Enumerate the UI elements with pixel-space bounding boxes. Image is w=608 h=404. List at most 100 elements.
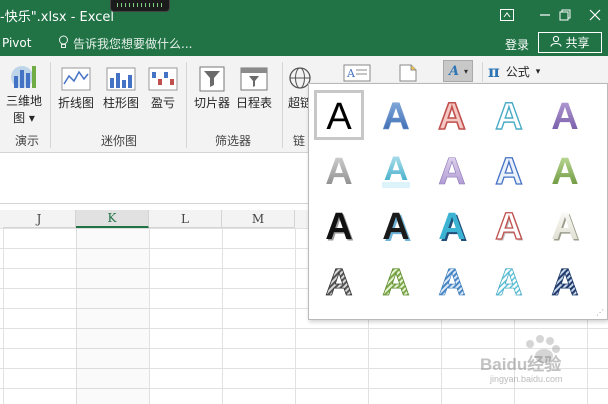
svg-text:A: A xyxy=(438,151,465,192)
sparkline-line-label: 折线图 xyxy=(58,96,95,110)
column-header-j[interactable]: J xyxy=(3,210,76,228)
ribbon-tab-row: Pivot 告诉我您想要做什么... 登录 共享 xyxy=(0,29,608,56)
group-separator xyxy=(282,62,283,148)
tell-me-placeholder: 告诉我您想要做什么... xyxy=(73,37,193,51)
wordart-style-cream-shadow[interactable]: AA xyxy=(540,200,590,250)
watermark-url: jingyan.baidu.com xyxy=(490,374,563,384)
timeline-button[interactable]: 日程表 xyxy=(236,64,272,111)
svg-text:A: A xyxy=(448,64,459,77)
wordart-style-blue-stripes[interactable]: A xyxy=(427,256,477,306)
svg-text:A: A xyxy=(495,206,522,247)
sparkline-column-button[interactable]: 柱形图 xyxy=(103,64,139,111)
svg-text:A: A xyxy=(551,206,578,247)
wordart-icon: A xyxy=(447,63,462,80)
wordart-style-cyan-outline[interactable]: A xyxy=(484,90,534,140)
window-title: -快乐".xlsx - Excel xyxy=(0,10,114,25)
selected-column-cells[interactable] xyxy=(76,228,149,404)
group-label-sparklines: 迷你图 xyxy=(101,134,138,148)
wordart-style-cyan-dark-shadow[interactable]: AA xyxy=(427,200,477,250)
wordart-style-plain-black[interactable]: A xyxy=(314,90,364,140)
svg-text:A: A xyxy=(438,262,465,303)
wordart-button[interactable]: A ▾ xyxy=(443,60,473,82)
baidu-watermark: Baidu经验 jingyan.baidu.com xyxy=(460,330,600,400)
share-button[interactable]: 共享 xyxy=(538,32,602,53)
wordart-style-cyan-reflection[interactable]: A xyxy=(371,145,421,195)
svg-text:A: A xyxy=(325,151,352,192)
wordart-style-red-outline-pink[interactable]: A xyxy=(427,90,477,140)
tell-me-search[interactable]: 告诉我您想要做什么... xyxy=(58,35,192,52)
svg-text:A: A xyxy=(438,96,465,137)
svg-text:A: A xyxy=(326,96,352,137)
slicer-button[interactable]: 切片器 xyxy=(194,64,230,111)
column-sparkline-icon xyxy=(106,64,136,94)
wordart-style-green-gradient[interactable]: A xyxy=(540,145,590,195)
timeline-label: 日程表 xyxy=(236,96,273,110)
ribbon-display-options-icon[interactable] xyxy=(490,0,524,29)
sparkline-line-button[interactable]: 折线图 xyxy=(58,64,94,111)
svg-text:A: A xyxy=(325,262,352,303)
wordart-gallery: A A A A A A A A A A AA AA AA AA AA A A A… xyxy=(308,83,608,320)
chevron-down-icon: ▾ xyxy=(463,66,468,76)
sparkline-column-label: 柱形图 xyxy=(103,96,140,110)
timeline-icon xyxy=(239,64,269,94)
watermark-text: Baidu经验 xyxy=(480,355,562,374)
sparkline-winloss-button[interactable]: 盈亏 xyxy=(148,64,178,111)
svg-text:A: A xyxy=(495,151,522,192)
wordart-style-red-outline-white[interactable]: AA xyxy=(484,200,534,250)
wordart-style-purple-gradient[interactable]: A xyxy=(540,90,590,140)
resize-grip-icon[interactable]: ⋰ xyxy=(596,308,604,317)
group-label-links: 链 xyxy=(293,134,306,148)
slicer-icon xyxy=(197,64,227,94)
wordart-style-black-shadow[interactable]: AA xyxy=(314,200,364,250)
map3d-label-2: 图 ▾ xyxy=(13,111,35,125)
line-sparkline-icon xyxy=(61,64,91,94)
formula-dropdown-icon: ▾ xyxy=(535,66,541,77)
wordart-style-black-blue-shadow[interactable]: AA xyxy=(371,200,421,250)
header-footer-icon[interactable] xyxy=(398,64,418,82)
user-icon xyxy=(550,35,562,50)
title-bar: -快乐".xlsx - Excel xyxy=(0,0,608,29)
svg-text:A: A xyxy=(551,151,578,192)
group-separator xyxy=(50,62,51,148)
map3d-button[interactable]: 三维地 图 ▾ xyxy=(6,62,42,126)
lightbulb-icon xyxy=(58,35,69,52)
column-header-l[interactable]: L xyxy=(149,210,222,228)
restore-button[interactable] xyxy=(548,0,582,29)
wordart-style-gray-stripes[interactable]: A xyxy=(314,256,364,306)
sparkline-winloss-label: 盈亏 xyxy=(150,96,175,110)
textbox-icon[interactable]: A xyxy=(343,64,371,82)
group-label-tours: 演示 xyxy=(15,134,40,148)
wordart-style-blue-outline[interactable]: A xyxy=(484,145,534,195)
svg-text:A: A xyxy=(382,96,409,137)
close-button[interactable] xyxy=(578,0,608,29)
group-separator xyxy=(186,62,187,148)
wordart-style-navy-stripes[interactable]: A xyxy=(540,256,590,306)
svg-text:A: A xyxy=(438,206,465,247)
slicer-label: 切片器 xyxy=(194,96,231,110)
pi-icon: π xyxy=(488,62,500,81)
wordart-style-blue-gradient[interactable]: A xyxy=(371,90,421,140)
svg-text:A: A xyxy=(551,96,578,137)
svg-text:A: A xyxy=(325,206,352,247)
group-label-filters: 筛选器 xyxy=(215,134,252,148)
column-header-m[interactable]: M xyxy=(222,210,295,228)
wordart-style-cyan-stripes[interactable]: A xyxy=(484,256,534,306)
svg-text:A: A xyxy=(382,206,409,247)
title-bar-widget xyxy=(110,0,170,12)
wordart-style-lavender-gradient[interactable]: A xyxy=(427,145,477,195)
column-header-k[interactable]: K xyxy=(76,210,149,228)
svg-text:A: A xyxy=(346,67,356,80)
svg-text:A: A xyxy=(551,262,578,303)
tab-pivot[interactable]: Pivot xyxy=(2,36,31,50)
winloss-sparkline-icon xyxy=(148,64,178,94)
map3d-label-1: 三维地 xyxy=(6,94,43,108)
formula-button[interactable]: π 公式 ▾ xyxy=(488,62,540,81)
login-link[interactable]: 登录 xyxy=(505,36,529,53)
wordart-style-green-stripes[interactable]: A xyxy=(371,256,421,306)
formula-label: 公式 xyxy=(505,65,530,79)
svg-text:A: A xyxy=(382,262,409,303)
share-label: 共享 xyxy=(565,36,590,50)
svg-text:A: A xyxy=(495,262,522,303)
group-separator xyxy=(482,62,483,82)
wordart-style-gray-gradient[interactable]: A xyxy=(314,145,364,195)
